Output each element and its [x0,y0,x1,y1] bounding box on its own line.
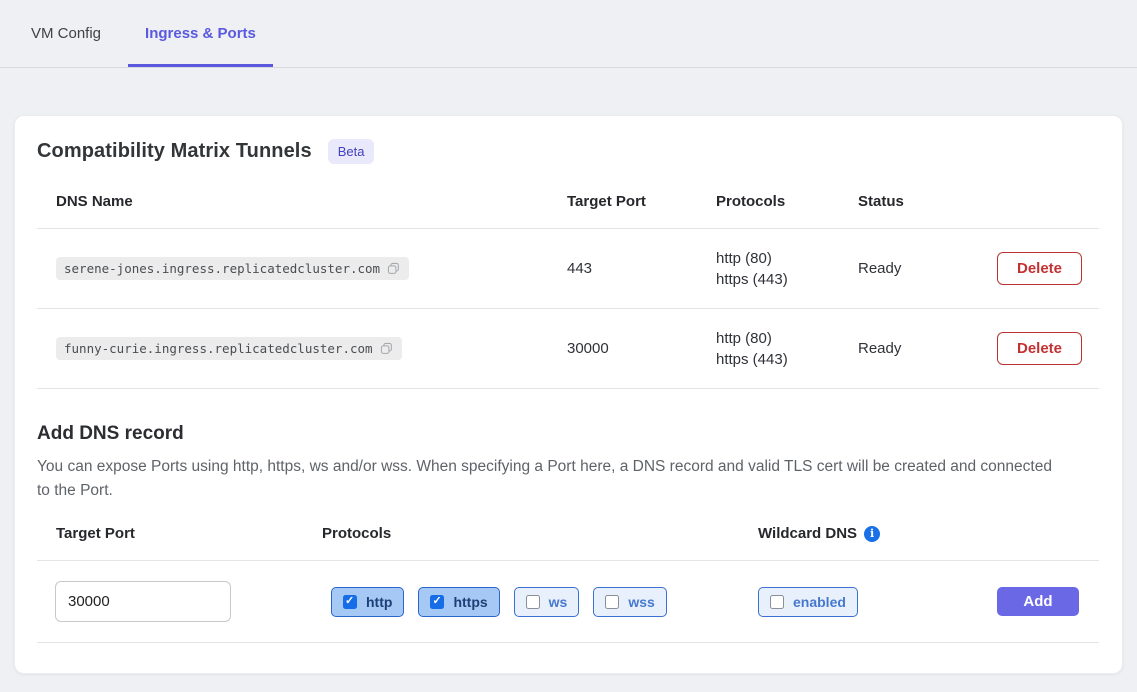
dns-name-text: serene-jones.ingress.replicatedcluster.c… [64,261,380,276]
add-dns-description: You can expose Ports using http, https, … [37,455,1052,503]
col-header-dns-name: DNS Name [56,193,567,210]
tab-vm-config[interactable]: VM Config [14,0,118,67]
checkbox-icon [526,595,540,609]
dns-name-pill: funny-curie.ingress.replicatedcluster.co… [56,337,402,360]
protocol-line: http (80) [716,328,858,349]
status-cell: Ready [858,340,997,357]
protocol-line: http (80) [716,248,858,269]
protocols-cell: http (80) https (443) [716,328,858,370]
protocol-toggle-http[interactable]: http [331,587,404,617]
table-row: funny-curie.ingress.replicatedcluster.co… [37,309,1099,389]
info-icon[interactable] [864,526,880,542]
checkbox-icon [770,595,784,609]
add-dns-form-row: http https ws wss enabled Add [37,561,1099,623]
card-header: Compatibility Matrix Tunnels Beta [37,139,1099,164]
copy-icon[interactable] [379,341,394,356]
table-row: serene-jones.ingress.replicatedcluster.c… [37,229,1099,309]
protocol-toggle-https[interactable]: https [418,587,499,617]
tab-bar: VM Config Ingress & Ports [0,0,1137,68]
protocols-cell: http (80) https (443) [716,248,858,290]
dns-name-pill: serene-jones.ingress.replicatedcluster.c… [56,257,409,280]
target-port-input[interactable] [55,581,231,622]
protocol-toggle-ws[interactable]: ws [514,587,580,617]
beta-badge: Beta [328,139,375,164]
table-header-row: DNS Name Target Port Protocols Status [37,174,1099,229]
protocol-toggle-wss[interactable]: wss [593,587,666,617]
col-header-protocols: Protocols [716,193,858,210]
protocol-line: https (443) [716,349,858,370]
add-dns-form-labels: Target Port Protocols Wildcard DNS [37,525,1099,561]
status-cell: Ready [858,260,997,277]
target-port-cell: 443 [567,260,716,277]
delete-button[interactable]: Delete [997,252,1082,285]
label-protocols: Protocols [322,525,758,542]
protocol-toggle-group: http https ws wss [331,587,758,617]
tunnels-card: Compatibility Matrix Tunnels Beta DNS Na… [14,115,1123,674]
protocol-line: https (443) [716,269,858,290]
tunnels-table: DNS Name Target Port Protocols Status se… [37,174,1099,389]
tab-ingress-ports[interactable]: Ingress & Ports [128,0,273,67]
page-title: Compatibility Matrix Tunnels [37,140,312,163]
col-header-target-port: Target Port [567,193,716,210]
checkbox-icon [605,595,619,609]
add-button[interactable]: Add [997,587,1079,616]
add-dns-title: Add DNS record [37,423,1099,445]
divider [37,642,1099,643]
checkbox-icon [430,595,444,609]
col-header-status: Status [858,193,997,210]
label-wildcard-dns: Wildcard DNS [758,525,857,542]
wildcard-enabled-toggle[interactable]: enabled [758,587,858,617]
delete-button[interactable]: Delete [997,332,1082,365]
checkbox-icon [343,595,357,609]
label-target-port: Target Port [56,525,322,542]
target-port-cell: 30000 [567,340,716,357]
copy-icon[interactable] [386,261,401,276]
dns-name-text: funny-curie.ingress.replicatedcluster.co… [64,341,373,356]
